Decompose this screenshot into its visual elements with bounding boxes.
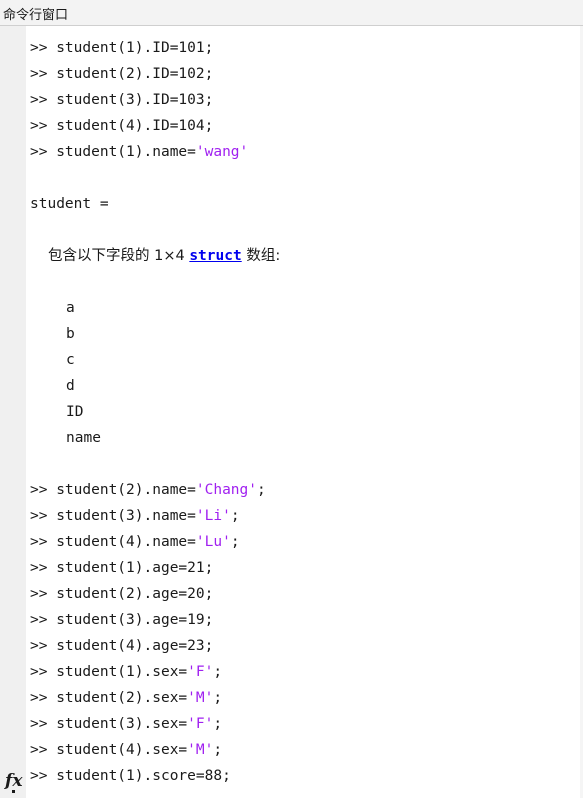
string-literal: 'M' bbox=[187, 742, 214, 758]
struct-description-line: 包含以下字段的 1×4 struct 数组: bbox=[30, 243, 580, 269]
string-literal: 'Chang' bbox=[195, 482, 257, 498]
command-code: student(4).name= bbox=[56, 534, 196, 550]
command-code: student(2).ID=102; bbox=[56, 66, 214, 82]
command-line: >> student(3).name='Li'; bbox=[30, 503, 580, 529]
command-tail: ; bbox=[213, 690, 223, 706]
field-name-text: b bbox=[66, 326, 75, 342]
command-code: student(1).ID=101; bbox=[56, 40, 214, 56]
command-prompt: >> bbox=[30, 690, 57, 706]
command-code: student(4).ID=104; bbox=[56, 118, 214, 134]
command-code: student(2).sex= bbox=[56, 690, 188, 706]
struct-field-name: ID bbox=[30, 399, 580, 425]
field-name-text: c bbox=[66, 352, 75, 368]
fx-icon-dot bbox=[12, 790, 15, 793]
command-code: student(3).name= bbox=[56, 508, 196, 524]
command-prompt: >> bbox=[30, 508, 57, 524]
struct-field-name: a bbox=[30, 295, 580, 321]
string-literal: 'Lu' bbox=[195, 534, 231, 550]
command-code: student(1).age=21; bbox=[56, 560, 214, 576]
command-line: >> student(4).ID=104; bbox=[30, 113, 580, 139]
command-line: >> student(4).name='Lu'; bbox=[30, 529, 580, 555]
command-prompt: >> bbox=[30, 716, 57, 732]
command-line: >> student(4).sex='M'; bbox=[30, 737, 580, 763]
command-line: >> student(2).age=20; bbox=[30, 581, 580, 607]
command-prompt: >> bbox=[30, 742, 57, 758]
command-tail: ; bbox=[213, 716, 223, 732]
command-line: >> student(1).sex='F'; bbox=[30, 659, 580, 685]
command-line: >> student(3).ID=103; bbox=[30, 87, 580, 113]
struct-field-name: c bbox=[30, 347, 580, 373]
command-code: student(3).sex= bbox=[56, 716, 188, 732]
output-text: student = bbox=[30, 196, 109, 212]
string-literal: 'wang' bbox=[195, 144, 249, 160]
command-line: >> student(1).score=88; bbox=[30, 763, 580, 789]
command-prompt: >> bbox=[30, 612, 57, 628]
command-window-output[interactable]: >> student(1).ID=101; >> student(2).ID=10… bbox=[30, 35, 580, 789]
field-name-text: a bbox=[66, 300, 75, 316]
command-prompt: >> bbox=[30, 40, 57, 56]
command-window-titlebar: 命令行窗口 bbox=[0, 0, 583, 26]
command-code: student(4).age=23; bbox=[56, 638, 214, 654]
command-line: >> student(1).name='wang' bbox=[30, 139, 580, 165]
command-line: >> student(1).ID=101; bbox=[30, 35, 580, 61]
fx-icon[interactable]: fx bbox=[5, 771, 22, 793]
command-tail: ; bbox=[230, 534, 240, 550]
string-literal: 'F' bbox=[187, 716, 214, 732]
command-line: >> student(1).age=21; bbox=[30, 555, 580, 581]
command-prompt: >> bbox=[30, 664, 57, 680]
command-window-gutter bbox=[0, 26, 26, 798]
struct-description-prefix: 包含以下字段的 1×4 bbox=[48, 248, 190, 264]
command-line: >> student(3).sex='F'; bbox=[30, 711, 580, 737]
command-code: student(2).age=20; bbox=[56, 586, 214, 602]
command-line: >> student(4).age=23; bbox=[30, 633, 580, 659]
command-tail: ; bbox=[257, 482, 266, 498]
command-line: >> student(2).ID=102; bbox=[30, 61, 580, 87]
command-prompt: >> bbox=[30, 92, 57, 108]
command-code: student(4).sex= bbox=[56, 742, 188, 758]
command-prompt: >> bbox=[30, 586, 57, 602]
command-tail: ; bbox=[230, 508, 240, 524]
command-line: >> student(3).age=19; bbox=[30, 607, 580, 633]
command-code: student(1).name= bbox=[56, 144, 196, 160]
command-line: >> student(2).sex='M'; bbox=[30, 685, 580, 711]
struct-field-name: d bbox=[30, 373, 580, 399]
command-prompt: >> bbox=[30, 534, 57, 550]
command-code: student(2).name= bbox=[56, 482, 196, 498]
field-name-text: ID bbox=[66, 404, 84, 420]
command-code: student(3).age=19; bbox=[56, 612, 214, 628]
struct-field-name: name bbox=[30, 425, 580, 451]
command-code: student(3).ID=103; bbox=[56, 92, 214, 108]
struct-help-link[interactable]: struct bbox=[189, 248, 241, 264]
command-prompt: >> bbox=[30, 638, 57, 654]
command-prompt: >> bbox=[30, 768, 57, 784]
struct-description-suffix: 数组: bbox=[241, 248, 281, 264]
command-prompt: >> bbox=[30, 144, 57, 160]
window-title: 命令行窗口 bbox=[3, 8, 69, 23]
command-tail: ; bbox=[213, 664, 223, 680]
command-prompt: >> bbox=[30, 482, 57, 498]
command-code: student(1).score=88; bbox=[56, 768, 231, 784]
field-name-text: name bbox=[66, 430, 101, 446]
string-literal: 'M' bbox=[187, 690, 214, 706]
command-line: >> student(2).name='Chang'; bbox=[30, 477, 580, 503]
string-literal: 'F' bbox=[187, 664, 214, 680]
output-line: student = bbox=[30, 191, 580, 217]
struct-field-name: b bbox=[30, 321, 580, 347]
command-prompt: >> bbox=[30, 560, 57, 576]
command-code: student(1).sex= bbox=[56, 664, 188, 680]
command-prompt: >> bbox=[30, 118, 57, 134]
command-tail: ; bbox=[213, 742, 223, 758]
string-literal: 'Li' bbox=[195, 508, 231, 524]
field-name-text: d bbox=[66, 378, 75, 394]
command-prompt: >> bbox=[30, 66, 57, 82]
